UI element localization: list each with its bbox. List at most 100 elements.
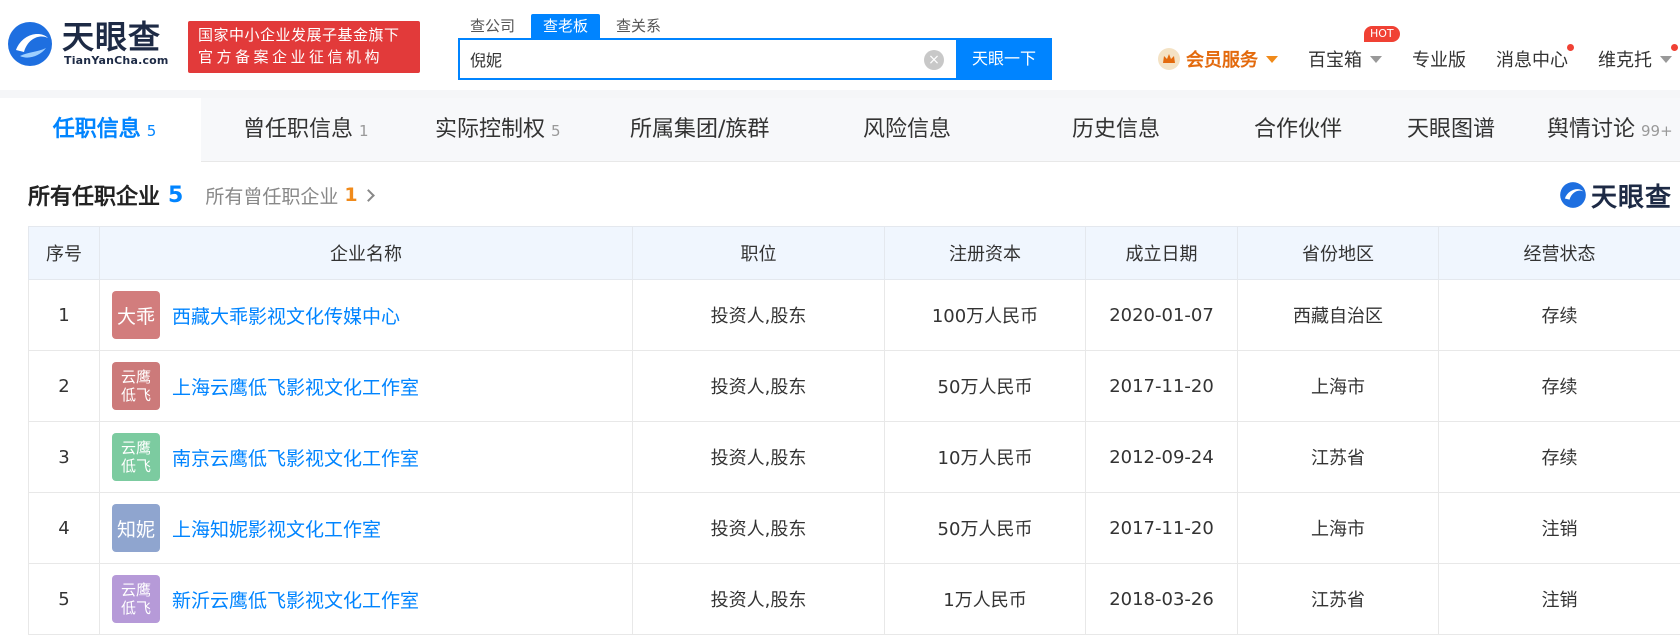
chevron-right-icon[interactable] [361, 188, 375, 202]
capital-cell: 50万人民币 [884, 492, 1086, 564]
tab-risk[interactable]: 风险信息 [863, 98, 951, 162]
section-header: 所有任职企业 5 所有曾任职企业 1 [28, 177, 375, 213]
col-header-date: 成立日期 [1085, 226, 1238, 280]
status-cell: 存续 [1438, 421, 1680, 493]
region-cell: 西藏自治区 [1237, 279, 1439, 351]
tab-graph[interactable]: 天眼图谱 [1407, 98, 1495, 162]
detail-tabs: 任职信息 5 曾任职信息 1 实际控制权 5 所属集团/族群 风险信息 历史信息 合作… [8, 98, 1680, 162]
caret-down-icon [1660, 55, 1672, 63]
hot-badge: HOT [1364, 26, 1400, 42]
company-cell: 云鹰低飞 上海云鹰低飞影视文化工作室 [99, 350, 633, 422]
col-header-no: 序号 [28, 226, 100, 280]
region-cell: 上海市 [1237, 350, 1439, 422]
date-cell: 2017-11-20 [1085, 492, 1238, 564]
row-number: 2 [28, 350, 100, 422]
row-number: 1 [28, 279, 100, 351]
col-header-region: 省份地区 [1237, 226, 1439, 280]
status-cell: 注销 [1438, 492, 1680, 564]
company-avatar[interactable]: 云鹰低飞 [112, 362, 160, 410]
tab-count: 5 [551, 122, 561, 140]
company-name-link[interactable]: 西藏大乖影视文化传媒中心 [172, 302, 400, 329]
status-cell: 注销 [1438, 563, 1680, 635]
user-name: 维克托 [1598, 50, 1652, 71]
date-cell: 2020-01-07 [1085, 279, 1238, 351]
search-tab-company[interactable]: 查公司 [458, 14, 527, 38]
date-cell: 2018-03-26 [1085, 563, 1238, 635]
tab-group[interactable]: 所属集团/族群 [630, 98, 769, 162]
crown-icon [1158, 48, 1180, 70]
company-avatar[interactable]: 大乖 [112, 291, 160, 339]
gov-badge-line2: 官方备案企业征信机构 [198, 48, 384, 66]
company-avatar[interactable]: 云鹰低飞 [112, 433, 160, 481]
tab-opinion[interactable]: 舆情讨论 99+ [1547, 98, 1673, 162]
company-name-link[interactable]: 上海云鹰低飞影视文化工作室 [172, 373, 419, 400]
col-header-role: 职位 [632, 226, 885, 280]
date-cell: 2017-11-20 [1085, 350, 1238, 422]
company-name-link[interactable]: 上海知妮影视文化工作室 [172, 515, 381, 542]
tab-label: 合作伙伴 [1254, 117, 1343, 142]
tab-partners[interactable]: 合作伙伴 [1254, 98, 1342, 162]
tab-label: 舆情讨论 [1547, 117, 1636, 142]
tab-label: 实际控制权 [435, 117, 546, 142]
gov-badge-line1: 国家中小企业发展子基金旗下 [198, 26, 400, 44]
tab-count: 5 [146, 122, 157, 140]
vip-service-label: 会员服务 [1186, 50, 1258, 71]
search-input[interactable] [470, 40, 900, 78]
positions-table: 序号 企业名称 职位 注册资本 成立日期 省份地区 经营状态 1 大乖 西藏大乖… [28, 226, 1680, 635]
company-cell: 大乖 西藏大乖影视文化传媒中心 [99, 279, 633, 351]
tab-current-positions[interactable]: 任职信息 5 [8, 98, 201, 162]
tab-actual-control[interactable]: 实际控制权 5 [435, 98, 561, 162]
search-type-tabs: 查公司 查老板 查关系 [458, 14, 673, 38]
section-count: 5 [168, 182, 184, 208]
tab-label: 风险信息 [863, 117, 952, 142]
top-header: 天眼查 TianYanCha.com 国家中小企业发展子基金旗下 官方备案企业征… [0, 0, 1680, 90]
role-cell: 投资人,股东 [632, 350, 885, 422]
notification-dot [1671, 44, 1678, 51]
company-name-link[interactable]: 南京云鹰低飞影视文化工作室 [172, 444, 419, 471]
former-positions-link[interactable]: 所有曾任职企业 [205, 182, 338, 209]
pro-version-link[interactable]: 专业版 [1412, 46, 1466, 72]
message-center-link[interactable]: 消息中心 [1496, 44, 1574, 72]
user-menu[interactable]: 维克托 [1598, 44, 1678, 72]
capital-cell: 10万人民币 [884, 421, 1086, 493]
watermark-text: 天眼查 [1590, 182, 1672, 213]
gov-badge: 国家中小企业发展子基金旗下 官方备案企业征信机构 [188, 21, 420, 73]
tab-count: 1 [359, 122, 369, 140]
row-number: 5 [28, 563, 100, 635]
tab-label: 任职信息 [52, 117, 141, 142]
former-positions-count: 1 [344, 184, 358, 206]
capital-cell: 50万人民币 [884, 350, 1086, 422]
role-cell: 投资人,股东 [632, 279, 885, 351]
tianyancha-logo-icon [8, 22, 52, 66]
site-logo[interactable]: 天眼查 TianYanCha.com [6, 18, 171, 70]
row-number: 4 [28, 492, 100, 564]
col-header-status: 经营状态 [1438, 226, 1680, 280]
search-tab-boss[interactable]: 查老板 [531, 14, 601, 38]
col-header-company: 企业名称 [99, 226, 633, 280]
table-row: 5 云鹰低飞 新沂云鹰低飞影视文化工作室 投资人,股东 1万人民币 2018-0… [28, 563, 1680, 635]
search-button[interactable]: 天眼一下 [956, 38, 1052, 80]
vip-service-menu[interactable]: 会员服务 [1158, 46, 1278, 72]
caret-down-icon [1370, 55, 1382, 63]
capital-cell: 1万人民币 [884, 563, 1086, 635]
toolbox-label: 百宝箱 [1308, 50, 1362, 71]
company-avatar[interactable]: 知妮 [112, 504, 160, 552]
role-cell: 投资人,股东 [632, 421, 885, 493]
company-cell: 云鹰低飞 南京云鹰低飞影视文化工作室 [99, 421, 633, 493]
section-title: 所有任职企业 [28, 185, 161, 210]
logo-domain: TianYanCha.com [64, 54, 169, 67]
header-divider [0, 90, 1680, 98]
clear-icon[interactable]: × [924, 50, 944, 70]
company-avatar[interactable]: 云鹰低飞 [112, 575, 160, 623]
tab-history[interactable]: 历史信息 [1072, 98, 1160, 162]
tianyancha-logo-icon [1560, 182, 1586, 208]
company-name-link[interactable]: 新沂云鹰低飞影视文化工作室 [172, 586, 419, 613]
region-cell: 江苏省 [1237, 421, 1439, 493]
tab-former-positions[interactable]: 曾任职信息 1 [243, 98, 369, 162]
table-header-row: 序号 企业名称 职位 注册资本 成立日期 省份地区 经营状态 [28, 226, 1680, 280]
toolbox-menu[interactable]: 百宝箱 HOT [1308, 26, 1400, 72]
table-row: 1 大乖 西藏大乖影视文化传媒中心 投资人,股东 100万人民币 2020-01… [28, 279, 1680, 351]
table-row: 2 云鹰低飞 上海云鹰低飞影视文化工作室 投资人,股东 50万人民币 2017-… [28, 350, 1680, 422]
caret-down-icon [1266, 55, 1278, 63]
search-tab-relation[interactable]: 查关系 [604, 14, 673, 38]
